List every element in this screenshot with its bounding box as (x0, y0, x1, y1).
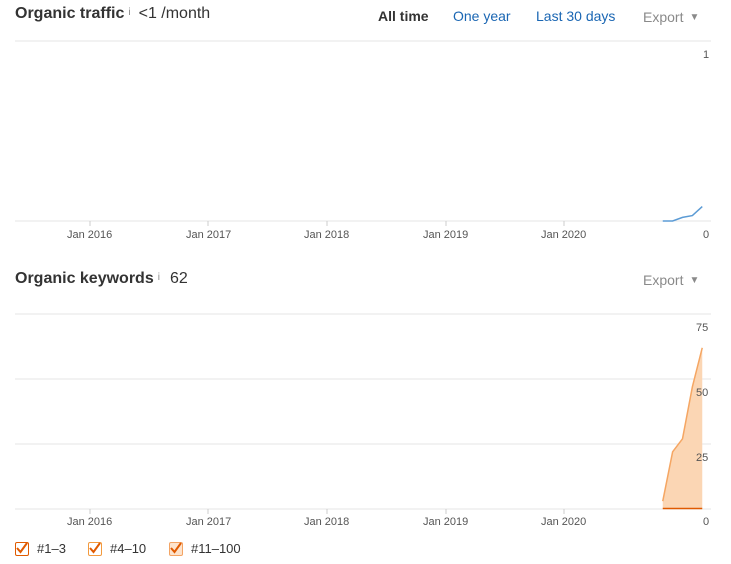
legend-label-top3: #1–3 (37, 541, 66, 556)
checkmark-icon (89, 541, 101, 554)
legend-item-11-100[interactable]: #11–100 (169, 541, 241, 556)
keywords-y-tick-0: 0 (703, 516, 710, 528)
legend-label-4-10: #4–10 (110, 541, 147, 556)
legend-item-top3[interactable]: #1–3 (15, 541, 66, 556)
legend-label-11-100: #11–100 (191, 541, 241, 556)
checkmark-icon (16, 541, 28, 554)
keywords-x-tick-2017: Jan 2017 (186, 516, 232, 528)
keywords-x-tick-2016: Jan 2016 (67, 516, 113, 528)
keywords-x-tick-2020: Jan 2020 (541, 516, 587, 528)
keywords-y-tick-25: 25 (696, 452, 709, 464)
checkmark-icon (170, 541, 182, 554)
keywords-chart (15, 313, 711, 514)
keywords-y-tick-50: 50 (696, 387, 709, 399)
checkbox-top3[interactable] (15, 541, 29, 556)
checkbox-4-10[interactable] (88, 541, 102, 556)
keywords-x-tick-2018: Jan 2018 (304, 516, 350, 528)
keywords-y-tick-75: 75 (696, 322, 709, 334)
checkbox-11-100[interactable] (169, 541, 183, 556)
legend-item-4-10[interactable]: #4–10 (88, 541, 146, 556)
keywords-x-tick-2019: Jan 2019 (423, 516, 469, 528)
